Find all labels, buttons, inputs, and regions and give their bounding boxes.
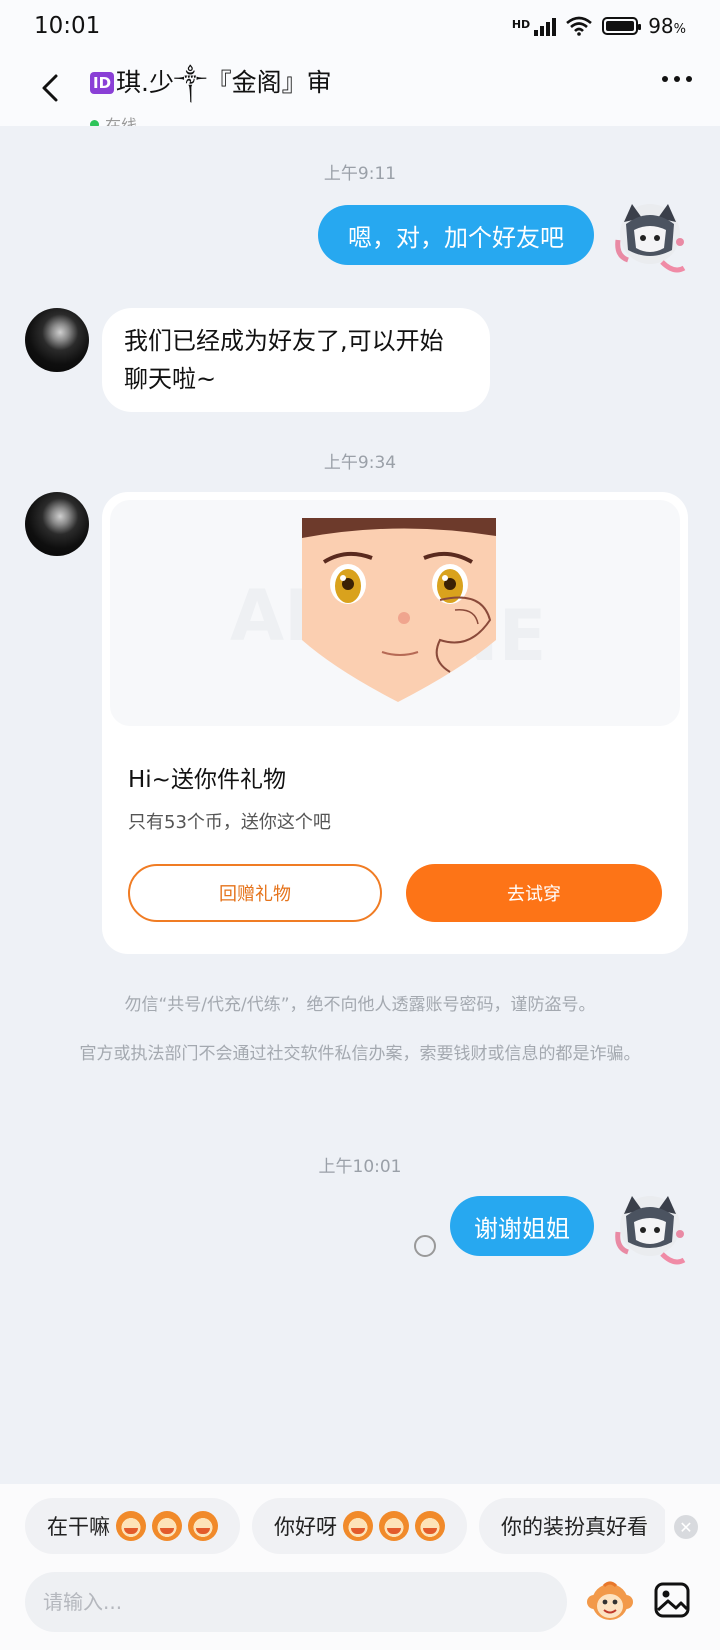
id-badge: ID (90, 72, 115, 94)
image-icon (654, 1582, 690, 1618)
cat-avatar-icon (615, 1196, 686, 1265)
contact-avatar[interactable] (25, 308, 89, 372)
status-icons: HD 98% (512, 14, 686, 38)
return-gift-button[interactable]: 回赠礼物 (128, 864, 382, 922)
sent-message-bubble[interactable]: 嗯，对，加个好友吧 (318, 205, 594, 265)
try-on-button[interactable]: 去试穿 (406, 864, 662, 922)
back-button[interactable] (30, 68, 70, 108)
gift-preview-image[interactable]: AR NE (110, 500, 680, 726)
message-timestamp: 上午9:11 (323, 164, 397, 184)
sticker-button[interactable] (586, 1578, 634, 1626)
fraud-notice: 官方或执法部门不会通过社交软件私信办案，索要钱财或信息的都是诈骗。 (79, 1044, 641, 1064)
composer-panel: 在干嘛 你好呀 你的装扮真好看 ✕ (0, 1484, 720, 1650)
received-message-bubble[interactable]: 我们已经成为好友了,可以开始 聊天啦~ (102, 308, 490, 412)
sent-message-bubble[interactable]: 谢谢姐姐 (450, 1196, 594, 1256)
quick-reply-row: 在干嘛 你好呀 你的装扮真好看 (25, 1498, 665, 1554)
received-message-line: 聊天啦~ (124, 365, 217, 393)
more-dot-icon (686, 76, 692, 82)
monkey-sticker-icon (587, 1581, 633, 1620)
more-options-button[interactable] (662, 76, 692, 82)
monkey-emoji-icon (116, 1511, 146, 1541)
monkey-emoji-icon (188, 1511, 218, 1541)
signal-icon (534, 16, 557, 36)
chat-header: ID 琪.少༒『金阁』审 在线 (0, 52, 720, 126)
monkey-emoji-icon (152, 1511, 182, 1541)
quick-reply-chip[interactable]: 在干嘛 (25, 1498, 240, 1554)
status-bar: 10:01 HD 98% (0, 0, 720, 52)
received-message-line: 我们已经成为好友了,可以开始 (124, 327, 444, 355)
gift-card[interactable]: AR NE Hi~送你件礼物 只有53个币，送你这个吧 回赠礼物 去试穿 (102, 492, 688, 954)
battery-icon (602, 17, 642, 35)
quick-reply-chip[interactable]: 你的装扮真好看 (479, 1498, 665, 1554)
close-quick-replies-button[interactable]: ✕ (674, 1515, 698, 1539)
send-image-button[interactable] (652, 1580, 692, 1620)
cat-avatar-icon (615, 204, 686, 273)
online-dot-icon (90, 119, 99, 126)
contact-avatar[interactable] (25, 492, 89, 556)
gift-subtitle: 只有53个币，送你这个吧 (128, 812, 331, 833)
message-timestamp: 上午10:01 (318, 1157, 402, 1177)
quick-reply-label: 你的装扮真好看 (501, 1515, 648, 1539)
chevron-left-icon (42, 74, 58, 102)
message-timestamp: 上午9:34 (323, 453, 397, 473)
security-notice: 勿信“共号/代充/代练”，绝不向他人透露账号密码，谨防盗号。 (124, 995, 596, 1015)
anime-face-image: AR NE (230, 518, 546, 702)
monkey-emoji-icon (343, 1511, 373, 1541)
my-avatar[interactable] (614, 1192, 686, 1272)
monkey-emoji-icon (415, 1511, 445, 1541)
hd-label: HD (511, 18, 531, 31)
wifi-icon (566, 16, 593, 36)
quick-reply-chip[interactable]: 你好呀 (252, 1498, 467, 1554)
sending-status-icon (414, 1235, 436, 1257)
my-avatar[interactable] (614, 200, 686, 280)
more-dot-icon (662, 76, 668, 82)
monkey-emoji-icon (379, 1511, 409, 1541)
contact-name: 琪.少༒『金阁』审 (116, 68, 332, 97)
quick-reply-label: 在干嘛 (47, 1515, 110, 1539)
more-dot-icon (674, 76, 680, 82)
battery-level: 98% (648, 14, 686, 38)
online-status: 在线 (90, 112, 137, 126)
message-input[interactable] (25, 1572, 567, 1632)
close-icon: ✕ (679, 1517, 693, 1537)
quick-reply-label: 你好呀 (274, 1515, 337, 1539)
online-status-label: 在线 (105, 116, 138, 126)
status-time: 10:01 (34, 13, 101, 39)
gift-title: Hi~送你件礼物 (128, 767, 286, 793)
